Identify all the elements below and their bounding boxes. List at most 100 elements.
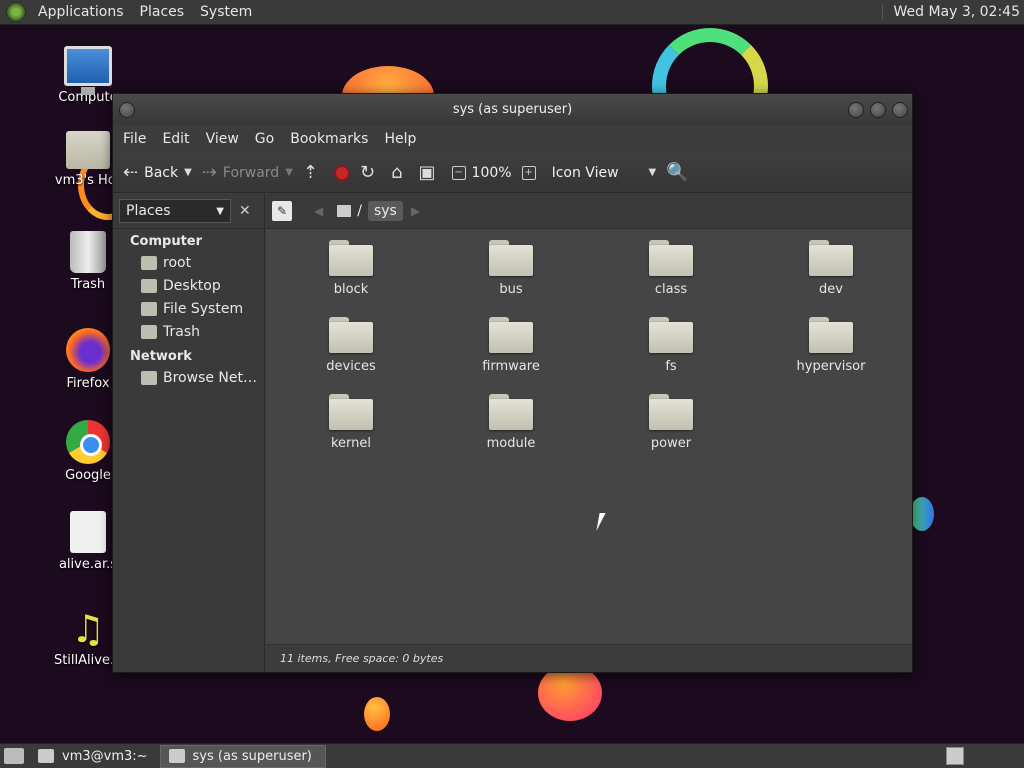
search-button[interactable]: 🔍 bbox=[666, 162, 694, 183]
minimize-button[interactable] bbox=[848, 101, 864, 118]
show-desktop-icon[interactable] bbox=[4, 748, 24, 764]
stop-button[interactable] bbox=[334, 164, 350, 181]
forward-label: Forward bbox=[222, 164, 280, 181]
folder-item[interactable]: class bbox=[611, 240, 731, 297]
chrome-icon bbox=[66, 420, 110, 464]
forward-arrow-icon: ⇢ bbox=[201, 162, 217, 183]
folder-item[interactable]: block bbox=[291, 240, 411, 297]
folder-icon bbox=[489, 317, 533, 353]
folder-item[interactable]: fs bbox=[611, 317, 731, 374]
sidebar-item-desktop[interactable]: Desktop bbox=[113, 275, 264, 298]
path-scroll-right-icon[interactable]: ▶ bbox=[411, 204, 420, 218]
forward-button[interactable]: ⇢ Forward ▼ bbox=[202, 162, 293, 183]
menu-help[interactable]: Help bbox=[376, 131, 424, 147]
sidebar-item-root[interactable]: root bbox=[113, 252, 264, 275]
applications-menu[interactable]: Applications bbox=[30, 4, 132, 20]
folder-icon bbox=[168, 749, 185, 763]
folder-label: devices bbox=[326, 359, 376, 374]
menu-bookmarks[interactable]: Bookmarks bbox=[282, 131, 376, 147]
computer-button[interactable]: ▣ bbox=[419, 162, 442, 183]
sidebar-item-label: File System bbox=[163, 301, 244, 317]
breadcrumb-current[interactable]: sys bbox=[367, 201, 403, 221]
breadcrumb-root-label: / bbox=[357, 203, 362, 219]
firefox-icon bbox=[66, 328, 110, 372]
folder-label: class bbox=[654, 282, 688, 297]
view-mode-label: Icon View bbox=[551, 164, 619, 181]
folder-icon bbox=[649, 394, 693, 430]
taskbar-label: vm3@vm3:~ bbox=[62, 748, 148, 764]
folder-item[interactable]: kernel bbox=[291, 394, 411, 451]
zoom-in-button[interactable]: + bbox=[521, 165, 542, 180]
zoom-in-icon: + bbox=[521, 165, 536, 180]
title-bar[interactable]: sys (as superuser) bbox=[113, 94, 912, 125]
maximize-button[interactable] bbox=[870, 101, 886, 118]
close-button[interactable] bbox=[892, 101, 908, 118]
sidebar-type-select[interactable]: Places ▼ bbox=[119, 199, 231, 223]
computer-icon bbox=[64, 46, 112, 95]
sidebar-item-label: Desktop bbox=[163, 278, 221, 294]
folder-icon bbox=[809, 317, 853, 353]
folder-item[interactable]: firmware bbox=[451, 317, 571, 374]
chevron-down-icon: ▼ bbox=[648, 167, 657, 178]
workspace-switcher[interactable] bbox=[946, 747, 964, 765]
sidebar-section-computer: Computer bbox=[130, 234, 203, 249]
folder-label: dev bbox=[819, 282, 843, 297]
places-menu[interactable]: Places bbox=[132, 4, 193, 20]
folder-item[interactable]: dev bbox=[771, 240, 891, 297]
sidebar-item-file-system[interactable]: File System bbox=[113, 298, 264, 321]
file-manager-window: sys (as superuser) File Edit View Go Boo… bbox=[112, 93, 913, 673]
folder-label: fs bbox=[665, 359, 677, 374]
back-history-dropdown-icon[interactable]: ▼ bbox=[184, 167, 192, 178]
folder-icon bbox=[329, 394, 373, 430]
network-icon bbox=[141, 371, 157, 385]
menu-edit[interactable]: Edit bbox=[154, 131, 197, 147]
home-button[interactable]: ⌂ bbox=[391, 162, 408, 183]
zoom-level: 100% bbox=[471, 164, 512, 181]
file-view: ✎ ◀ / sys ▶ block bus class dev devices … bbox=[266, 194, 912, 672]
wallpaper-blob bbox=[364, 697, 390, 731]
sidebar-item-label: Browse Net… bbox=[163, 370, 258, 386]
up-arrow-icon: ⇡ bbox=[302, 162, 318, 183]
menu-go[interactable]: Go bbox=[247, 131, 282, 147]
back-label: Back bbox=[144, 164, 179, 181]
computer-icon: ▣ bbox=[418, 162, 436, 183]
distro-logo-icon[interactable] bbox=[6, 2, 26, 22]
folder-item[interactable]: module bbox=[451, 394, 571, 451]
bottom-panel: vm3@vm3:~ sys (as superuser) bbox=[0, 743, 1024, 768]
menu-file[interactable]: File bbox=[115, 131, 154, 147]
taskbar-button-file-manager[interactable]: sys (as superuser) bbox=[159, 744, 326, 768]
sidebar-item-trash[interactable]: Trash bbox=[113, 321, 264, 344]
folder-label: power bbox=[650, 436, 692, 451]
sidebar-item-browse-network[interactable]: Browse Net… bbox=[113, 367, 264, 390]
reload-button[interactable]: ↻ bbox=[360, 162, 381, 183]
folder-item[interactable]: devices bbox=[291, 317, 411, 374]
folder-item[interactable]: hypervisor bbox=[771, 317, 891, 374]
clock[interactable]: Wed May 3, 02:45 bbox=[882, 4, 1024, 20]
folder-icon bbox=[329, 240, 373, 276]
up-button[interactable]: ⇡ bbox=[303, 162, 324, 183]
music-file-icon: ♫ bbox=[70, 607, 106, 651]
search-icon: 🔍 bbox=[666, 162, 689, 183]
reload-icon: ↻ bbox=[360, 162, 376, 183]
top-panel: Applications Places System Wed May 3, 02… bbox=[0, 0, 1024, 25]
home-icon bbox=[141, 256, 157, 270]
icon-grid: block bus class dev devices firmware fs … bbox=[266, 230, 912, 644]
window-menu-button[interactable] bbox=[119, 101, 135, 118]
folder-item[interactable]: bus bbox=[451, 240, 571, 297]
path-scroll-left-icon[interactable]: ◀ bbox=[314, 204, 323, 218]
taskbar-button-terminal[interactable]: vm3@vm3:~ bbox=[30, 745, 156, 768]
breadcrumb-root[interactable]: / bbox=[331, 203, 368, 219]
folder-icon bbox=[809, 240, 853, 276]
wallpaper-blob bbox=[910, 497, 934, 531]
view-mode-select[interactable]: Icon View ▼ bbox=[552, 165, 657, 181]
zoom-out-button[interactable]: − 100% bbox=[451, 164, 512, 181]
folder-item[interactable]: power bbox=[611, 394, 731, 451]
system-menu[interactable]: System bbox=[192, 4, 260, 20]
taskbar-label: sys (as superuser) bbox=[192, 748, 312, 764]
zoom-out-icon: − bbox=[451, 165, 466, 180]
menu-view[interactable]: View bbox=[198, 131, 247, 147]
sidebar-close-icon[interactable]: ✕ bbox=[239, 203, 251, 219]
forward-history-dropdown-icon[interactable]: ▼ bbox=[285, 167, 293, 178]
back-button[interactable]: ⇠ Back ▼ bbox=[123, 162, 192, 183]
edit-location-icon[interactable]: ✎ bbox=[272, 201, 292, 221]
